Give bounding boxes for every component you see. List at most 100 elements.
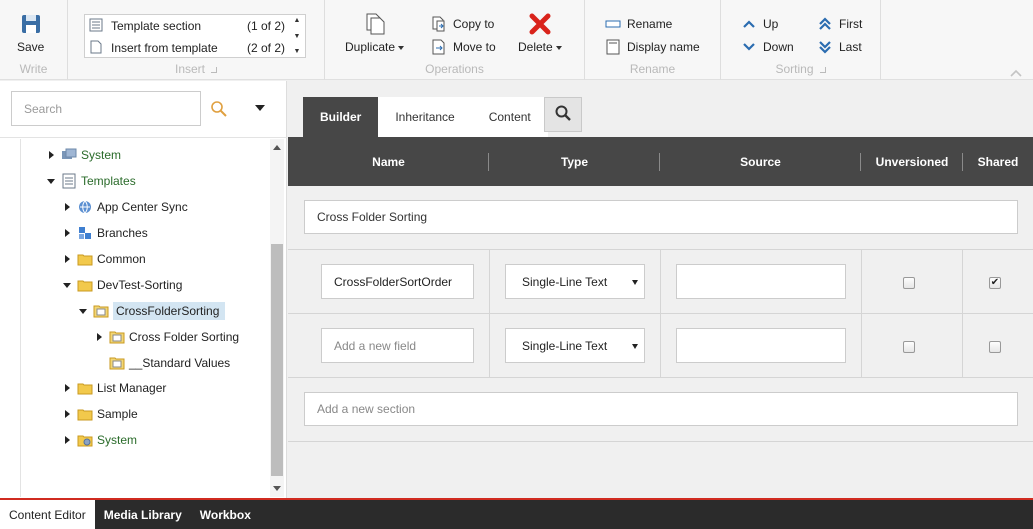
move-to-icon — [431, 39, 447, 55]
tree-node[interactable]: Common — [61, 249, 146, 269]
insert-item-count: (2 of 2) — [246, 41, 285, 55]
ribbon-group-sorting: Up Down First Last Sorting — [721, 0, 881, 80]
tab-media-library[interactable]: Media Library — [95, 500, 191, 529]
duplicate-label: Duplicate — [345, 40, 405, 54]
folder-icon — [77, 406, 93, 422]
new-field-name-input[interactable]: Add a new field — [321, 328, 474, 363]
sort-up-button[interactable]: Up — [741, 16, 778, 32]
section-name-field[interactable]: Cross Folder Sorting — [304, 200, 1018, 234]
new-section-input[interactable]: Add a new section — [304, 392, 1018, 426]
expand-arrow-icon[interactable] — [61, 430, 73, 450]
expand-corner-icon[interactable] — [819, 66, 826, 73]
tree-node-label: Common — [97, 252, 146, 266]
tab-content[interactable]: Content — [471, 97, 548, 137]
sort-down-button[interactable]: Down — [741, 39, 794, 55]
scroll-down-icon[interactable] — [273, 486, 281, 491]
search-input[interactable] — [11, 91, 201, 126]
expand-arrow-icon[interactable] — [61, 249, 73, 269]
expand-list-icon[interactable]: ▼ — [294, 48, 301, 55]
expand-corner-icon[interactable] — [211, 66, 217, 73]
field-source-input[interactable] — [676, 264, 846, 299]
field-name-input[interactable]: CrossFolderSortOrder — [321, 264, 474, 299]
tree-node[interactable]: Sample — [61, 404, 138, 424]
builder-tabs: Builder Inheritance Content — [303, 97, 548, 137]
tree-node[interactable]: System — [45, 145, 121, 165]
expand-arrow-icon[interactable] — [61, 197, 73, 217]
tree-node[interactable]: Cross Folder Sorting — [93, 327, 239, 347]
sort-up-label: Up — [763, 17, 779, 31]
double-chevron-up-icon — [817, 16, 833, 32]
tree-node[interactable]: App Center Sync — [61, 197, 188, 217]
scrollbar-thumb[interactable] — [271, 244, 283, 476]
ribbon-group-rename: Rename Display name Rename — [585, 0, 721, 80]
display-name-icon — [605, 39, 621, 55]
field-type-select[interactable]: Single-Line Text — [505, 328, 645, 363]
tab-content-editor[interactable]: Content Editor — [0, 500, 95, 529]
tree-scrollbar[interactable] — [270, 139, 284, 497]
collapse-ribbon-icon[interactable] — [1010, 66, 1022, 80]
tree-node-label: List Manager — [97, 381, 167, 395]
tree-node-label: __Standard Values — [129, 356, 231, 370]
scroll-down-icon[interactable]: ▼ — [294, 33, 301, 40]
collapse-arrow-icon[interactable] — [77, 301, 89, 321]
copy-to-button[interactable]: Copy to — [431, 16, 494, 32]
search-options-dropdown-icon[interactable] — [255, 105, 265, 111]
tree-node[interactable]: __Standard Values — [93, 353, 230, 373]
delete-x-icon — [528, 12, 552, 36]
unversioned-checkbox[interactable] — [903, 341, 915, 353]
sort-last-button[interactable]: Last — [817, 39, 862, 55]
display-name-button[interactable]: Display name — [605, 39, 700, 55]
insert-item-count: (1 of 2) — [246, 19, 285, 33]
scroll-up-icon[interactable] — [273, 145, 281, 150]
field-source-input[interactable] — [676, 328, 846, 363]
tree-node-label: Cross Folder Sorting — [129, 330, 240, 344]
column-header-name: Name — [372, 154, 405, 169]
move-to-button[interactable]: Move to — [431, 39, 496, 55]
rename-button[interactable]: Rename — [605, 16, 672, 32]
field-row: Add a new field Single-Line Text — [288, 313, 1033, 377]
field-type-select[interactable]: Single-Line Text — [505, 264, 645, 299]
tab-inheritance[interactable]: Inheritance — [378, 97, 472, 137]
save-button[interactable]: Save — [17, 12, 44, 54]
bottom-app-bar: Content Editor Media Library Workbox — [0, 498, 1033, 529]
ribbon-group-label-operations: Operations — [425, 62, 484, 76]
expand-arrow-icon[interactable] — [93, 327, 105, 347]
expand-arrow-icon[interactable] — [61, 378, 73, 398]
rename-icon — [605, 16, 621, 32]
tree-node[interactable]: CrossFolderSorting — [77, 301, 226, 321]
collapse-arrow-icon[interactable] — [45, 171, 57, 191]
duplicate-button[interactable]: Duplicate — [345, 12, 405, 54]
expand-arrow-icon[interactable] — [61, 223, 73, 243]
delete-button[interactable]: Delete — [518, 12, 562, 54]
column-header-shared: Shared — [977, 154, 1019, 169]
scroll-up-icon[interactable]: ▲ — [294, 17, 301, 24]
tree-node[interactable]: List Manager — [61, 378, 166, 398]
tree-node[interactable]: DevTest-Sorting — [61, 275, 182, 295]
shared-checkbox[interactable] — [989, 341, 1001, 353]
save-button-label: Save — [17, 40, 45, 54]
tree-node-label: Sample — [97, 407, 138, 421]
field-row: CrossFolderSortOrder Single-Line Text ✔ — [288, 249, 1033, 313]
unversioned-checkbox[interactable] — [903, 277, 915, 289]
expand-arrow-icon[interactable] — [61, 404, 73, 424]
search-button[interactable] — [544, 97, 582, 132]
shared-checkbox[interactable]: ✔ — [989, 277, 1001, 289]
tree-node-label: App Center Sync — [97, 200, 188, 214]
tab-builder[interactable]: Builder — [303, 97, 379, 137]
ribbon-group-operations: Duplicate Copy to Move to Delete Operati… — [325, 0, 585, 80]
tab-workbox[interactable]: Workbox — [191, 500, 260, 529]
tree-node[interactable]: Branches — [61, 223, 148, 243]
sort-first-button[interactable]: First — [817, 16, 862, 32]
insert-options-list[interactable]: Template section (1 of 2) Insert from te… — [84, 14, 306, 58]
insert-item-from-template[interactable]: Insert from template (2 of 2) — [89, 39, 285, 57]
tree-node[interactable]: Templates — [45, 171, 136, 191]
tree-node[interactable]: System — [61, 430, 137, 450]
system-folder-icon — [77, 432, 93, 448]
expand-arrow-icon[interactable] — [45, 145, 57, 165]
chevron-down-icon — [741, 39, 757, 55]
collapse-arrow-icon[interactable] — [61, 275, 73, 295]
insert-item-template-section[interactable]: Template section (1 of 2) — [89, 17, 285, 35]
search-icon[interactable] — [209, 99, 229, 119]
insert-list-scroller[interactable]: ▲ ▼ ▼ — [292, 17, 302, 55]
delete-label: Delete — [518, 40, 562, 54]
